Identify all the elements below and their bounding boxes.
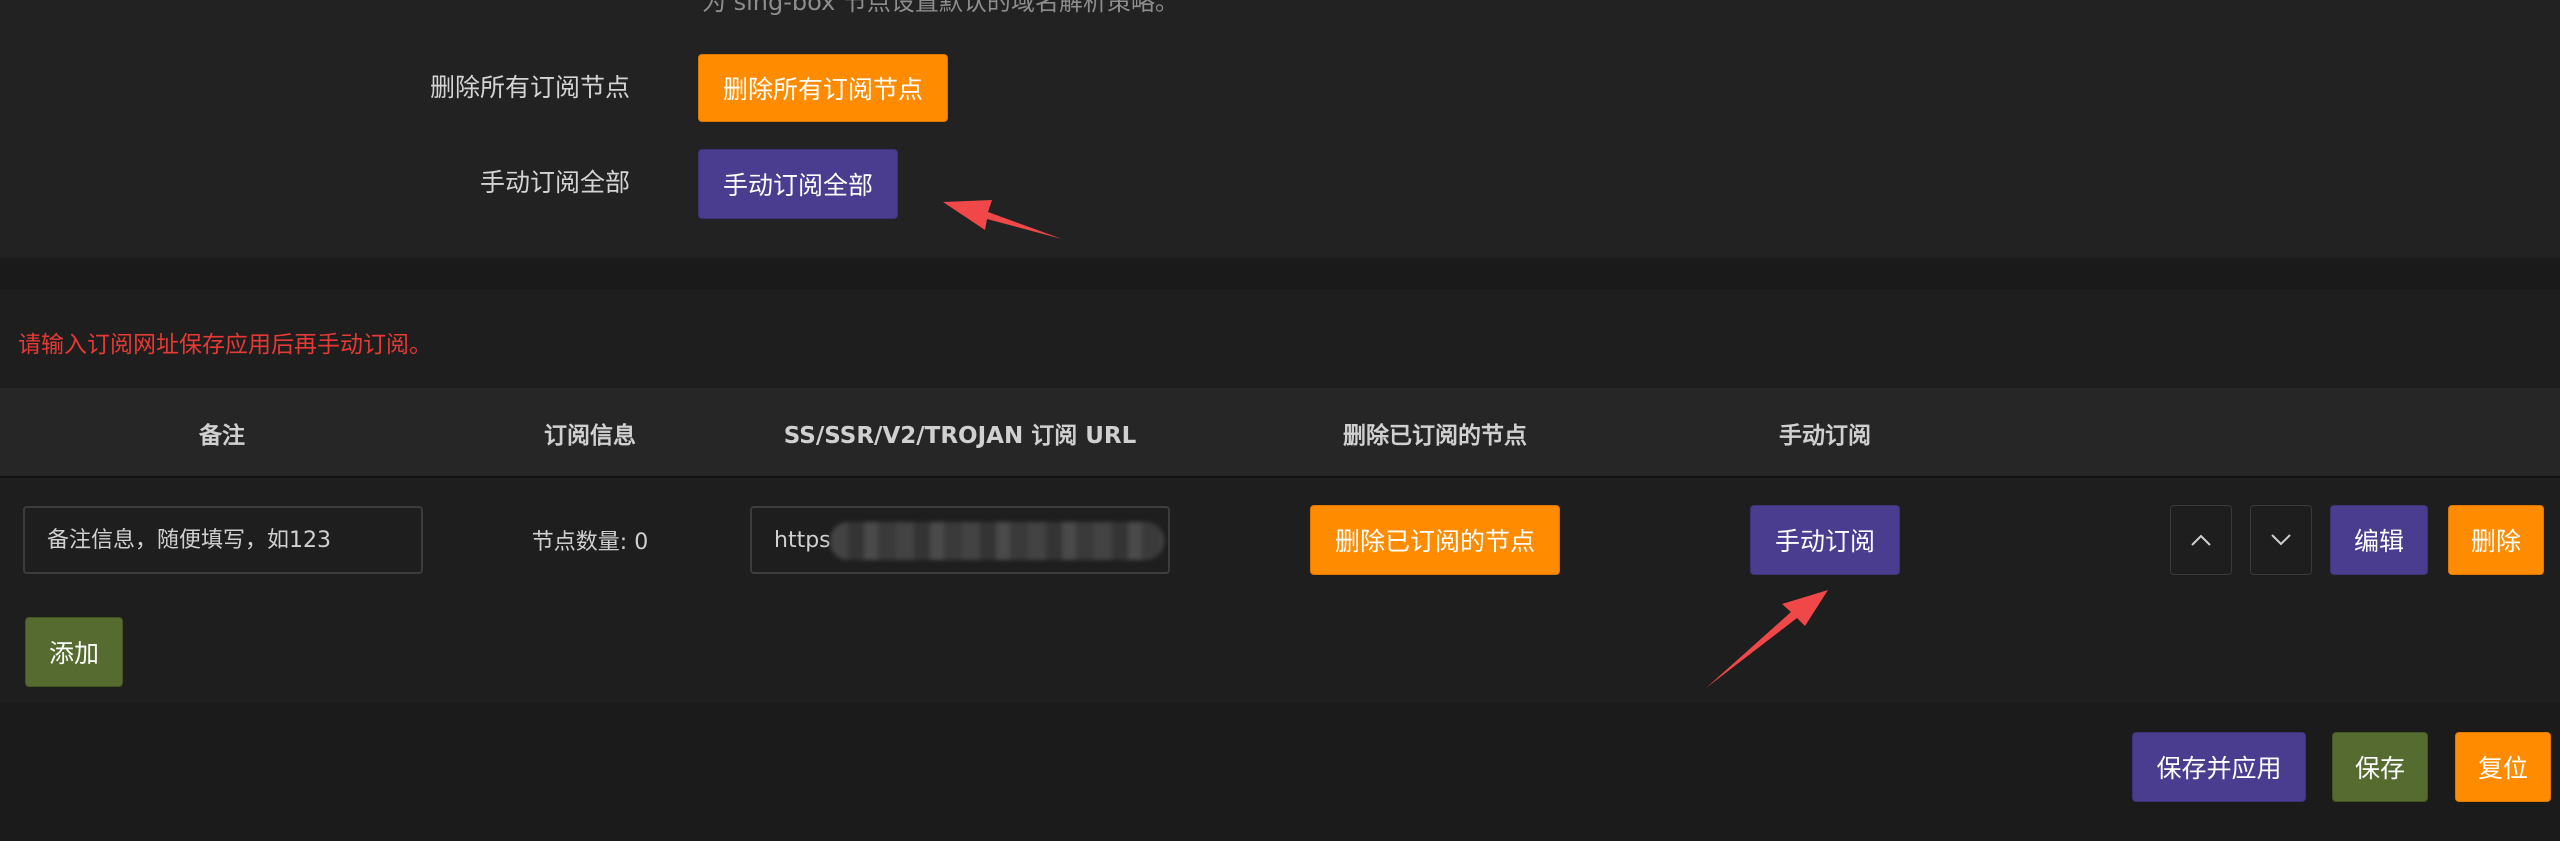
move-up-button[interactable]: [2170, 505, 2232, 575]
manual-subscribe-button[interactable]: 手动订阅: [1750, 505, 1900, 575]
delete-subscribed-nodes-button[interactable]: 删除已订阅的节点: [1310, 505, 1560, 575]
remove-row-button[interactable]: 删除: [2448, 505, 2544, 575]
chevron-down-icon: [2271, 534, 2291, 546]
column-header-manual: 手动订阅: [1779, 423, 1871, 449]
table-header: 备注 订阅信息 SS/SSR/V2/TROJAN 订阅 URL 删除已订阅的节点…: [0, 388, 2560, 478]
section-divider: [0, 258, 2560, 290]
column-header-url: SS/SSR/V2/TROJAN 订阅 URL: [783, 423, 1137, 449]
global-subscription-section: 为 sing-box 节点设置默认的域名解析策略。 删除所有订阅节点 删除所有订…: [0, 0, 2560, 258]
column-header-info: 订阅信息: [544, 423, 636, 449]
subscription-url-value: https: [774, 527, 831, 553]
delete-all-nodes-button[interactable]: 删除所有订阅节点: [698, 54, 948, 122]
node-count: 节点数量: 0: [531, 530, 649, 555]
section-description: 为 sing-box 节点设置默认的域名解析策略。: [702, 0, 1179, 16]
manual-subscribe-all-button[interactable]: 手动订阅全部: [698, 149, 898, 219]
column-header-remark: 备注: [199, 423, 245, 449]
delete-all-label: 删除所有订阅节点: [429, 73, 630, 102]
reset-button[interactable]: 复位: [2455, 732, 2551, 802]
blurred-url-region: [830, 522, 1164, 560]
save-button[interactable]: 保存: [2332, 732, 2428, 802]
hint-message: 请输入订阅网址保存应用后再手动订阅。: [18, 332, 432, 358]
subscription-url-input[interactable]: https: [750, 506, 1170, 574]
remark-input[interactable]: [23, 506, 423, 574]
subscription-settings-page: 为 sing-box 节点设置默认的域名解析策略。 删除所有订阅节点 删除所有订…: [0, 0, 2560, 841]
save-and-apply-button[interactable]: 保存并应用: [2132, 732, 2306, 802]
chevron-up-icon: [2191, 534, 2211, 546]
column-header-delete: 删除已订阅的节点: [1343, 423, 1527, 449]
manual-subscribe-all-label: 手动订阅全部: [479, 168, 630, 197]
edit-button[interactable]: 编辑: [2330, 505, 2428, 575]
move-down-button[interactable]: [2250, 505, 2312, 575]
add-row-button[interactable]: 添加: [25, 617, 123, 687]
